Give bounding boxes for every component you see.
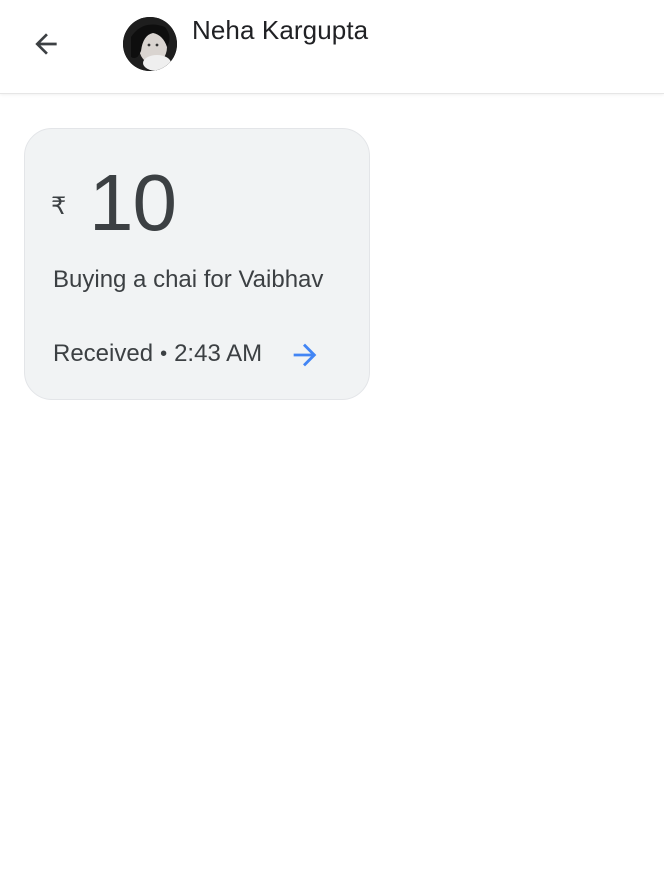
- payment-amount: 10: [89, 158, 177, 247]
- back-button[interactable]: [24, 22, 68, 66]
- app-bar: Neha Kargupta: [0, 0, 664, 94]
- payment-note: Buying a chai for Vaibhav: [53, 266, 324, 293]
- payment-time: 2:43 AM: [174, 340, 263, 367]
- contact-name: Neha Kargupta: [192, 15, 369, 45]
- status-separator: •: [160, 342, 168, 365]
- payment-card[interactable]: ₹ 10 Buying a chai for Vaibhav Received …: [24, 128, 370, 400]
- contact-avatar-photo: [123, 17, 177, 71]
- payment-status-row: Received • 2:43 AM: [53, 340, 262, 368]
- currency-symbol: ₹: [51, 193, 67, 220]
- payment-details-button[interactable]: [287, 337, 323, 373]
- payment-status: Received: [53, 340, 154, 367]
- arrow-back-icon: [35, 33, 57, 55]
- avatar[interactable]: [123, 17, 177, 71]
- arrow-forward-icon: [293, 343, 317, 367]
